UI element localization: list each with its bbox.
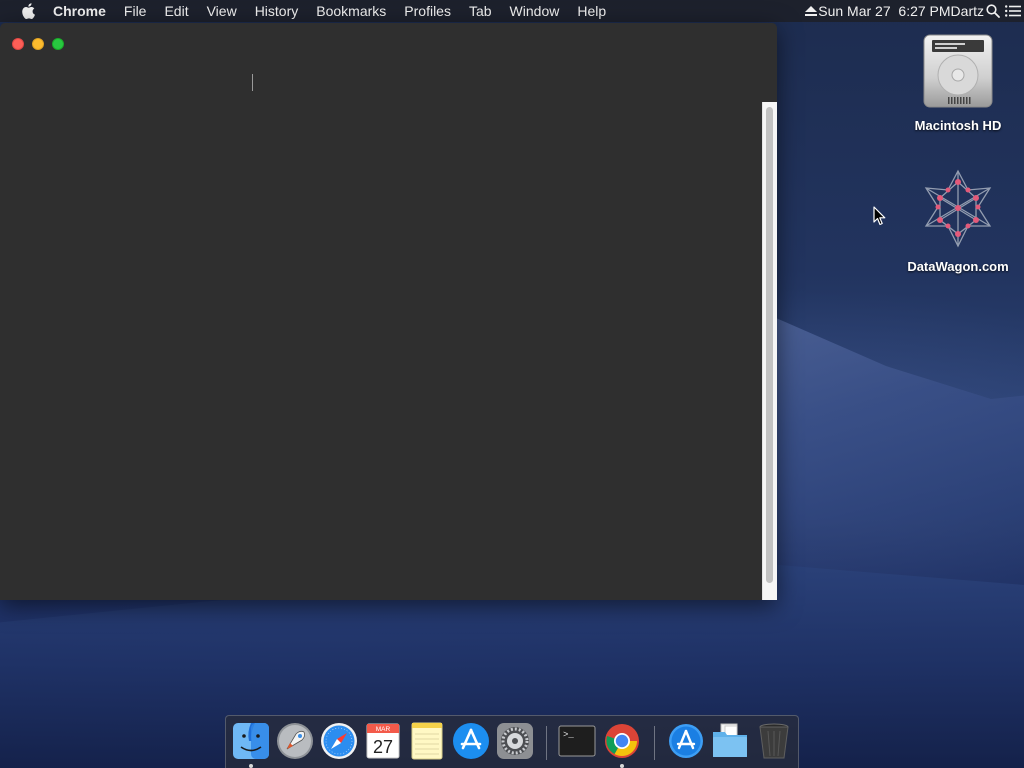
menu-clock[interactable]: Sun Mar 27 6:27 PM [818, 3, 950, 19]
calendar-day: 27 [373, 737, 393, 757]
menu-bar-status-area: Sun Mar 27 6:27 PM Dartz [804, 0, 1024, 22]
running-indicator [249, 764, 253, 768]
calendar-month: MAR [376, 726, 391, 733]
mouse-pointer-icon [873, 206, 886, 226]
chrome-window[interactable] [0, 23, 777, 600]
finder-icon [233, 723, 269, 759]
chrome-icon [605, 724, 639, 758]
window-close-button[interactable] [12, 38, 24, 50]
eject-icon[interactable] [804, 0, 818, 22]
menu-help[interactable]: Help [568, 0, 615, 22]
dock-item-finder[interactable] [232, 722, 270, 768]
dock-item-downloads[interactable] [711, 722, 749, 760]
applications-folder-icon [669, 724, 703, 758]
dock-item-terminal[interactable]: >_ [558, 722, 596, 760]
window-minimize-button[interactable] [32, 38, 44, 50]
dock-item-system-preferences[interactable] [496, 722, 534, 760]
launchpad-icon [277, 723, 313, 759]
apple-icon[interactable] [17, 0, 39, 22]
wallpaper-dune [760, 311, 1024, 520]
dock-item-applications[interactable] [667, 722, 705, 760]
menu-profiles[interactable]: Profiles [395, 0, 460, 22]
desktop-icon-label: Macintosh HD [914, 118, 1002, 133]
menu-user-name[interactable]: Dartz [951, 3, 984, 19]
dock-separator [546, 726, 547, 760]
notification-center-icon[interactable] [1002, 0, 1024, 22]
dock-item-safari[interactable] [320, 722, 358, 760]
dock-separator [654, 726, 655, 760]
menu-edit[interactable]: Edit [155, 0, 197, 22]
dock-item-google-chrome[interactable] [603, 722, 641, 768]
dock: MAR 27 >_ [225, 715, 799, 768]
menu-file[interactable]: File [115, 0, 156, 22]
dock-item-launchpad[interactable] [276, 722, 314, 760]
dock-item-app-store[interactable] [452, 722, 490, 760]
dock-item-notes[interactable] [408, 722, 446, 760]
spotlight-search-icon[interactable] [984, 0, 1002, 22]
desktop-icon-datawagon[interactable]: DataWagon.com [898, 168, 1018, 274]
menu-bookmarks[interactable]: Bookmarks [307, 0, 395, 22]
scrollbar-thumb[interactable] [766, 107, 773, 583]
app-store-icon [453, 723, 489, 759]
notes-icon [411, 722, 443, 760]
menu-window[interactable]: Window [501, 0, 569, 22]
running-indicator [620, 764, 624, 768]
menu-app-name[interactable]: Chrome [53, 0, 115, 22]
menu-history[interactable]: History [246, 0, 308, 22]
terminal-icon: >_ [558, 725, 596, 757]
network-star-icon [924, 169, 992, 248]
downloads-folder-icon [713, 723, 747, 757]
dock-item-calendar[interactable]: MAR 27 [364, 722, 402, 760]
safari-icon [321, 723, 357, 759]
desktop-icon-label: DataWagon.com [907, 259, 1009, 274]
system-preferences-icon [497, 723, 533, 759]
desktop-icon-macintosh-hd[interactable]: Macintosh HD [898, 31, 1018, 133]
terminal-prompt: >_ [563, 730, 574, 740]
text-cursor-caret [252, 74, 253, 91]
window-zoom-button[interactable] [52, 38, 64, 50]
dock-item-trash[interactable] [755, 722, 793, 760]
calendar-icon: MAR 27 [366, 723, 400, 759]
menu-view[interactable]: View [198, 0, 246, 22]
trash-icon [759, 723, 789, 759]
hard-drive-icon [923, 34, 993, 108]
menu-bar: Chrome File Edit View History Bookmarks … [0, 0, 1024, 22]
menu-tab[interactable]: Tab [460, 0, 501, 22]
